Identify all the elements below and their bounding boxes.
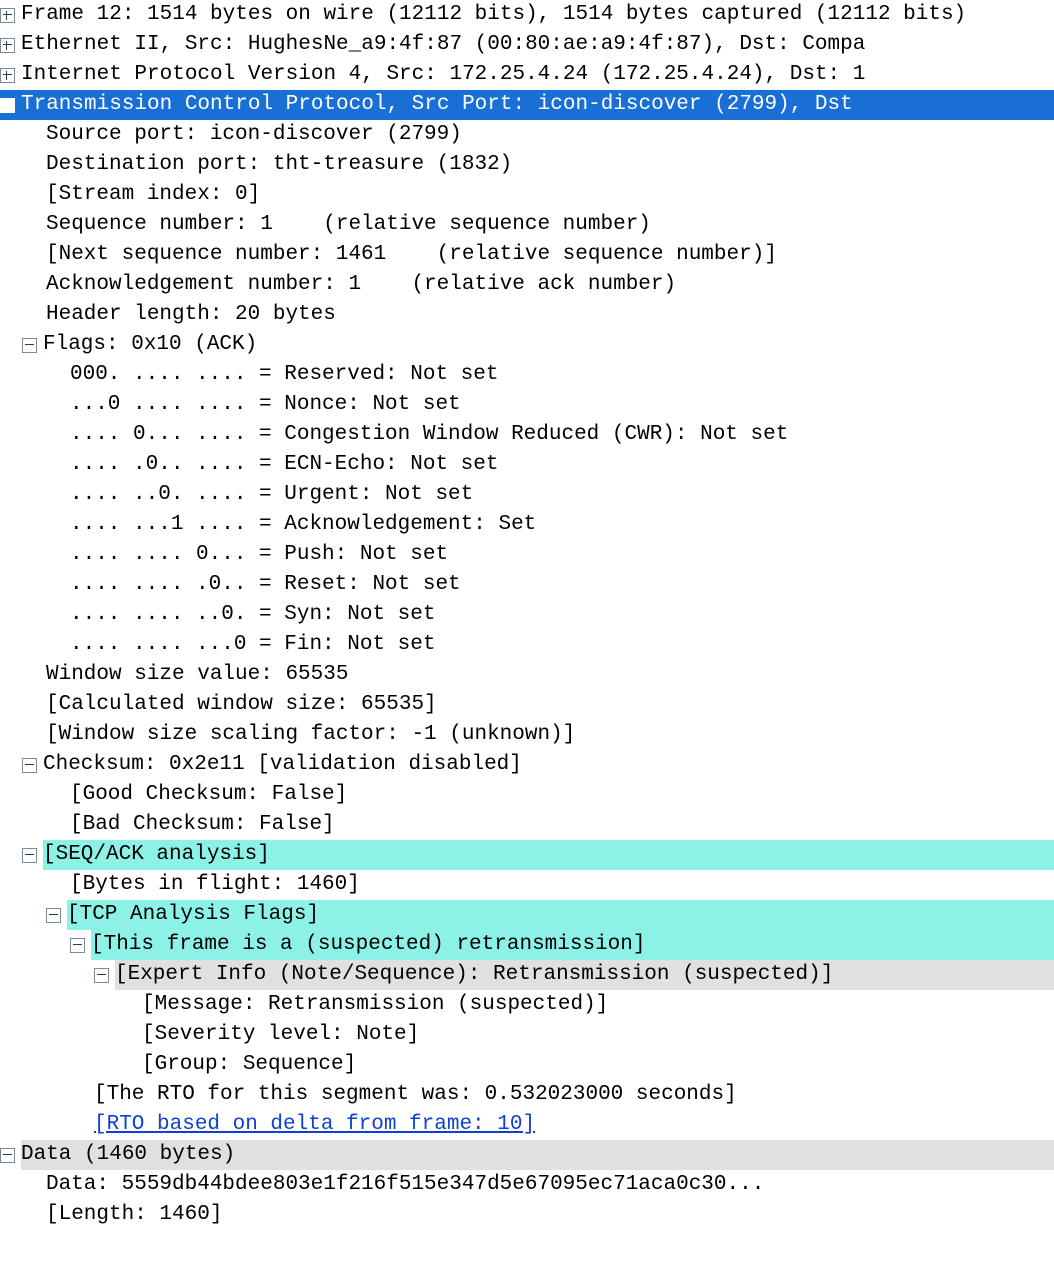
label-ip: Internet Protocol Version 4, Src: 172.25… bbox=[21, 60, 865, 90]
collapse-icon[interactable] bbox=[22, 848, 37, 863]
label-ack: Acknowledgement number: 1 (relative ack … bbox=[46, 270, 676, 300]
tree-row-analysis-flags[interactable]: [TCP Analysis Flags] bbox=[0, 900, 1054, 930]
tree-row-ethernet[interactable]: Ethernet II, Src: HughesNe_a9:4f:87 (00:… bbox=[0, 30, 1054, 60]
label-seqack: [SEQ/ACK analysis] bbox=[43, 840, 1054, 870]
label-expert: [Expert Info (Note/Sequence): Retransmis… bbox=[115, 960, 1054, 990]
tree-row-flags[interactable]: Flags: 0x10 (ACK) bbox=[0, 330, 1054, 360]
packet-details-pane: Frame 12: 1514 bytes on wire (12112 bits… bbox=[0, 0, 1054, 1230]
tree-row-tcp[interactable]: Transmission Control Protocol, Src Port:… bbox=[0, 90, 1054, 120]
label-flag-cwr: .... 0... .... = Congestion Window Reduc… bbox=[70, 420, 788, 450]
label-tcpanalysis: [TCP Analysis Flags] bbox=[67, 900, 1054, 930]
tree-row[interactable]: Source port: icon-discover (2799) bbox=[0, 120, 1054, 150]
label-bif: [Bytes in flight: 1460] bbox=[70, 870, 360, 900]
label-flag-nonce: ...0 .... .... = Nonce: Not set bbox=[70, 390, 461, 420]
label-nextseq: [Next sequence number: 1461 (relative se… bbox=[46, 240, 777, 270]
tree-row[interactable]: Destination port: tht-treasure (1832) bbox=[0, 150, 1054, 180]
label-datahex: Data: 5559db44bdee803e1f216f515e347d5e67… bbox=[46, 1170, 764, 1200]
tree-row-data[interactable]: Data (1460 bytes) bbox=[0, 1140, 1054, 1170]
tree-row[interactable]: .... 0... .... = Congestion Window Reduc… bbox=[0, 420, 1054, 450]
expand-icon[interactable] bbox=[0, 8, 15, 23]
collapse-icon[interactable] bbox=[22, 338, 37, 353]
label-winscale: [Window size scaling factor: -1 (unknown… bbox=[46, 720, 575, 750]
label-retx: [This frame is a (suspected) retransmiss… bbox=[91, 930, 1054, 960]
label-group: [Group: Sequence] bbox=[142, 1050, 356, 1080]
tree-row-rto-link[interactable]: [RTO based on delta from frame: 10] bbox=[0, 1110, 1054, 1140]
tree-row-retransmission[interactable]: [This frame is a (suspected) retransmiss… bbox=[0, 930, 1054, 960]
label-hdrlen: Header length: 20 bytes bbox=[46, 300, 336, 330]
label-winsize: Window size value: 65535 bbox=[46, 660, 348, 690]
tree-row[interactable]: Window size value: 65535 bbox=[0, 660, 1054, 690]
tree-row[interactable]: [Bytes in flight: 1460] bbox=[0, 870, 1054, 900]
tree-row[interactable]: Acknowledgement number: 1 (relative ack … bbox=[0, 270, 1054, 300]
label-ethernet: Ethernet II, Src: HughesNe_a9:4f:87 (00:… bbox=[21, 30, 865, 60]
label-message: [Message: Retransmission (suspected)] bbox=[142, 990, 608, 1020]
label-flags: Flags: 0x10 (ACK) bbox=[43, 330, 257, 360]
collapse-icon[interactable] bbox=[0, 98, 15, 113]
label-flag-push: .... .... 0... = Push: Not set bbox=[70, 540, 448, 570]
label-flag-ack: .... ...1 .... = Acknowledgement: Set bbox=[70, 510, 536, 540]
label-flag-fin: .... .... ...0 = Fin: Not set bbox=[70, 630, 435, 660]
tree-row[interactable]: [Severity level: Note] bbox=[0, 1020, 1054, 1050]
label-goodcs: [Good Checksum: False] bbox=[70, 780, 347, 810]
tree-row-expert[interactable]: [Expert Info (Note/Sequence): Retransmis… bbox=[0, 960, 1054, 990]
tree-row-checksum[interactable]: Checksum: 0x2e11 [validation disabled] bbox=[0, 750, 1054, 780]
tree-row-ip[interactable]: Internet Protocol Version 4, Src: 172.25… bbox=[0, 60, 1054, 90]
label-flag-reset: .... .... .0.. = Reset: Not set bbox=[70, 570, 461, 600]
label-datalen: [Length: 1460] bbox=[46, 1200, 222, 1230]
tree-row[interactable]: [Group: Sequence] bbox=[0, 1050, 1054, 1080]
label-srcport: Source port: icon-discover (2799) bbox=[46, 120, 462, 150]
collapse-icon[interactable] bbox=[22, 758, 37, 773]
label-streamindex: [Stream index: 0] bbox=[46, 180, 260, 210]
label-severity: [Severity level: Note] bbox=[142, 1020, 419, 1050]
label-frame: Frame 12: 1514 bytes on wire (12112 bits… bbox=[21, 0, 966, 30]
tree-row[interactable]: Data: 5559db44bdee803e1f216f515e347d5e67… bbox=[0, 1170, 1054, 1200]
label-tcp: Transmission Control Protocol, Src Port:… bbox=[21, 90, 865, 120]
expand-icon[interactable] bbox=[0, 38, 15, 53]
tree-row[interactable]: .... .... .0.. = Reset: Not set bbox=[0, 570, 1054, 600]
label-dstport: Destination port: tht-treasure (1832) bbox=[46, 150, 512, 180]
tree-row-seqack[interactable]: [SEQ/ACK analysis] bbox=[0, 840, 1054, 870]
tree-row[interactable]: [Bad Checksum: False] bbox=[0, 810, 1054, 840]
tree-row[interactable]: [Calculated window size: 65535] bbox=[0, 690, 1054, 720]
label-flag-ecn: .... .0.. .... = ECN-Echo: Not set bbox=[70, 450, 498, 480]
tree-row[interactable]: Header length: 20 bytes bbox=[0, 300, 1054, 330]
tree-row[interactable]: [Message: Retransmission (suspected)] bbox=[0, 990, 1054, 1020]
label-data: Data (1460 bytes) bbox=[21, 1140, 1054, 1170]
label-checksum: Checksum: 0x2e11 [validation disabled] bbox=[43, 750, 522, 780]
tree-row[interactable]: .... .... 0... = Push: Not set bbox=[0, 540, 1054, 570]
tree-row[interactable]: .... ...1 .... = Acknowledgement: Set bbox=[0, 510, 1054, 540]
label-badcs: [Bad Checksum: False] bbox=[70, 810, 335, 840]
tree-row[interactable]: .... .... ...0 = Fin: Not set bbox=[0, 630, 1054, 660]
tree-row[interactable]: ...0 .... .... = Nonce: Not set bbox=[0, 390, 1054, 420]
collapse-icon[interactable] bbox=[70, 938, 85, 953]
tree-row[interactable]: .... ..0. .... = Urgent: Not set bbox=[0, 480, 1054, 510]
tree-row[interactable]: [Good Checksum: False] bbox=[0, 780, 1054, 810]
label-flag-syn: .... .... ..0. = Syn: Not set bbox=[70, 600, 435, 630]
collapse-icon[interactable] bbox=[46, 908, 61, 923]
tree-row[interactable]: [Window size scaling factor: -1 (unknown… bbox=[0, 720, 1054, 750]
expand-icon[interactable] bbox=[0, 68, 15, 83]
tree-row[interactable]: Sequence number: 1 (relative sequence nu… bbox=[0, 210, 1054, 240]
collapse-icon[interactable] bbox=[94, 968, 109, 983]
label-seq: Sequence number: 1 (relative sequence nu… bbox=[46, 210, 651, 240]
label-flag-reserved: 000. .... .... = Reserved: Not set bbox=[70, 360, 498, 390]
tree-row[interactable]: 000. .... .... = Reserved: Not set bbox=[0, 360, 1054, 390]
tree-row[interactable]: [Stream index: 0] bbox=[0, 180, 1054, 210]
tree-row[interactable]: [Next sequence number: 1461 (relative se… bbox=[0, 240, 1054, 270]
label-flag-urg: .... ..0. .... = Urgent: Not set bbox=[70, 480, 473, 510]
tree-row[interactable]: [The RTO for this segment was: 0.5320230… bbox=[0, 1080, 1054, 1110]
label-rto: [The RTO for this segment was: 0.5320230… bbox=[94, 1080, 737, 1110]
collapse-icon[interactable] bbox=[0, 1148, 15, 1163]
label-rtolink[interactable]: [RTO based on delta from frame: 10] bbox=[94, 1110, 535, 1140]
tree-row[interactable]: .... .0.. .... = ECN-Echo: Not set bbox=[0, 450, 1054, 480]
label-calcwin: [Calculated window size: 65535] bbox=[46, 690, 437, 720]
tree-row[interactable]: [Length: 1460] bbox=[0, 1200, 1054, 1230]
tree-row-frame[interactable]: Frame 12: 1514 bytes on wire (12112 bits… bbox=[0, 0, 1054, 30]
tree-row[interactable]: .... .... ..0. = Syn: Not set bbox=[0, 600, 1054, 630]
